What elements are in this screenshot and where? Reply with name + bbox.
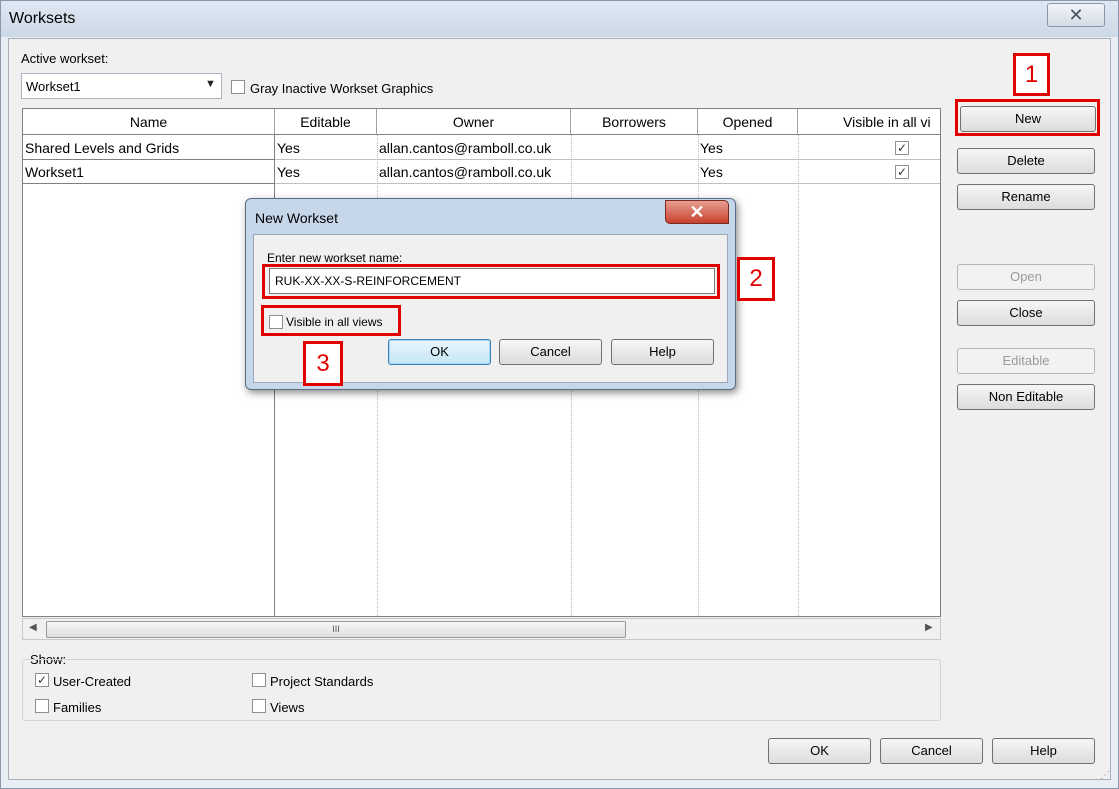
workset-name-prompt: Enter new workset name: bbox=[267, 251, 403, 265]
project-standards-checkbox[interactable] bbox=[252, 673, 266, 687]
help-button[interactable]: Help bbox=[992, 738, 1095, 764]
row-owner-cell: allan.cantos@ramboll.co.uk bbox=[377, 136, 571, 160]
new-workset-ok-button[interactable]: OK bbox=[388, 339, 491, 365]
annotation-step-1: 1 bbox=[1013, 53, 1050, 96]
column-header-editable[interactable]: Editable bbox=[275, 109, 377, 135]
title-bar bbox=[1, 1, 1118, 37]
delete-button[interactable]: Delete bbox=[957, 148, 1095, 174]
non-editable-button[interactable]: Non Editable bbox=[957, 384, 1095, 410]
project-standards-label: Project Standards bbox=[270, 674, 374, 689]
views-checkbox[interactable] bbox=[252, 699, 266, 713]
row-name-cell[interactable]: Shared Levels and Grids bbox=[23, 136, 274, 160]
column-header-visible[interactable]: Visible in all vi bbox=[798, 109, 940, 135]
new-workset-close-button[interactable]: ✕ bbox=[665, 200, 729, 224]
new-workset-title: New Workset bbox=[255, 210, 338, 226]
horizontal-scrollbar[interactable]: ◀ III ▶ bbox=[22, 618, 941, 640]
dropdown-arrow-icon: ▼ bbox=[205, 78, 216, 90]
rename-button[interactable]: Rename bbox=[957, 184, 1095, 210]
row-opened-cell[interactable]: Yes bbox=[698, 136, 798, 160]
annotation-highlight-name-input bbox=[262, 264, 720, 299]
annotation-step-2: 2 bbox=[737, 257, 775, 301]
user-created-label: User-Created bbox=[53, 674, 132, 689]
row-borrowers-cell bbox=[571, 160, 698, 184]
close-icon: ✕ bbox=[1068, 5, 1084, 25]
column-header-opened[interactable]: Opened bbox=[698, 109, 798, 135]
gray-inactive-label: Gray Inactive Workset Graphics bbox=[250, 81, 434, 96]
show-group-box bbox=[22, 659, 941, 721]
row-owner-cell: allan.cantos@ramboll.co.uk bbox=[377, 160, 571, 184]
close-icon: ✕ bbox=[689, 202, 705, 222]
families-checkbox[interactable] bbox=[35, 699, 49, 713]
table-row[interactable]: Workset1 Yes allan.cantos@ramboll.co.uk … bbox=[23, 160, 940, 184]
row-opened-cell[interactable]: Yes bbox=[698, 160, 798, 184]
annotation-highlight-visible-checkbox bbox=[261, 305, 401, 336]
row-visible-cell[interactable]: ✓ bbox=[798, 136, 940, 160]
table-row[interactable]: Shared Levels and Grids Yes allan.cantos… bbox=[23, 136, 940, 160]
active-workset-label: Active workset: bbox=[21, 51, 109, 66]
column-header-owner[interactable]: Owner bbox=[377, 109, 571, 135]
resize-grip-icon[interactable]: ⋰ bbox=[1100, 770, 1110, 781]
editable-button[interactable]: Editable bbox=[957, 348, 1095, 374]
cancel-button[interactable]: Cancel bbox=[880, 738, 983, 764]
row-editable-cell[interactable]: Yes bbox=[275, 136, 377, 160]
scroll-right-icon[interactable]: ▶ bbox=[925, 622, 933, 633]
visible-checkbox[interactable]: ✓ bbox=[895, 141, 909, 155]
annotation-highlight-new bbox=[955, 99, 1100, 136]
new-workset-cancel-button[interactable]: Cancel bbox=[499, 339, 602, 365]
active-workset-dropdown[interactable]: Workset1 ▼ bbox=[21, 73, 222, 99]
close-workset-button[interactable]: Close bbox=[957, 300, 1095, 326]
scroll-thumb[interactable]: III bbox=[46, 621, 626, 638]
active-workset-value: Workset1 bbox=[26, 79, 81, 94]
row-editable-cell[interactable]: Yes bbox=[275, 160, 377, 184]
visible-checkbox[interactable]: ✓ bbox=[895, 165, 909, 179]
open-button[interactable]: Open bbox=[957, 264, 1095, 290]
views-label: Views bbox=[270, 700, 305, 715]
row-name-cell[interactable]: Workset1 bbox=[23, 160, 274, 184]
window-close-button[interactable]: ✕ bbox=[1047, 3, 1105, 27]
annotation-step-3: 3 bbox=[303, 341, 343, 386]
new-workset-help-button[interactable]: Help bbox=[611, 339, 714, 365]
column-divider bbox=[798, 135, 799, 616]
user-created-checkbox[interactable]: ✓ bbox=[35, 673, 49, 687]
window-title: Worksets bbox=[9, 10, 76, 27]
scroll-left-icon[interactable]: ◀ bbox=[29, 622, 37, 633]
gray-inactive-checkbox[interactable] bbox=[231, 80, 245, 94]
column-header-borrowers[interactable]: Borrowers bbox=[571, 109, 698, 135]
row-visible-cell[interactable]: ✓ bbox=[798, 160, 940, 184]
column-header-name[interactable]: Name bbox=[23, 109, 275, 135]
row-borrowers-cell bbox=[571, 136, 698, 160]
families-label: Families bbox=[53, 700, 102, 715]
ok-button[interactable]: OK bbox=[768, 738, 871, 764]
